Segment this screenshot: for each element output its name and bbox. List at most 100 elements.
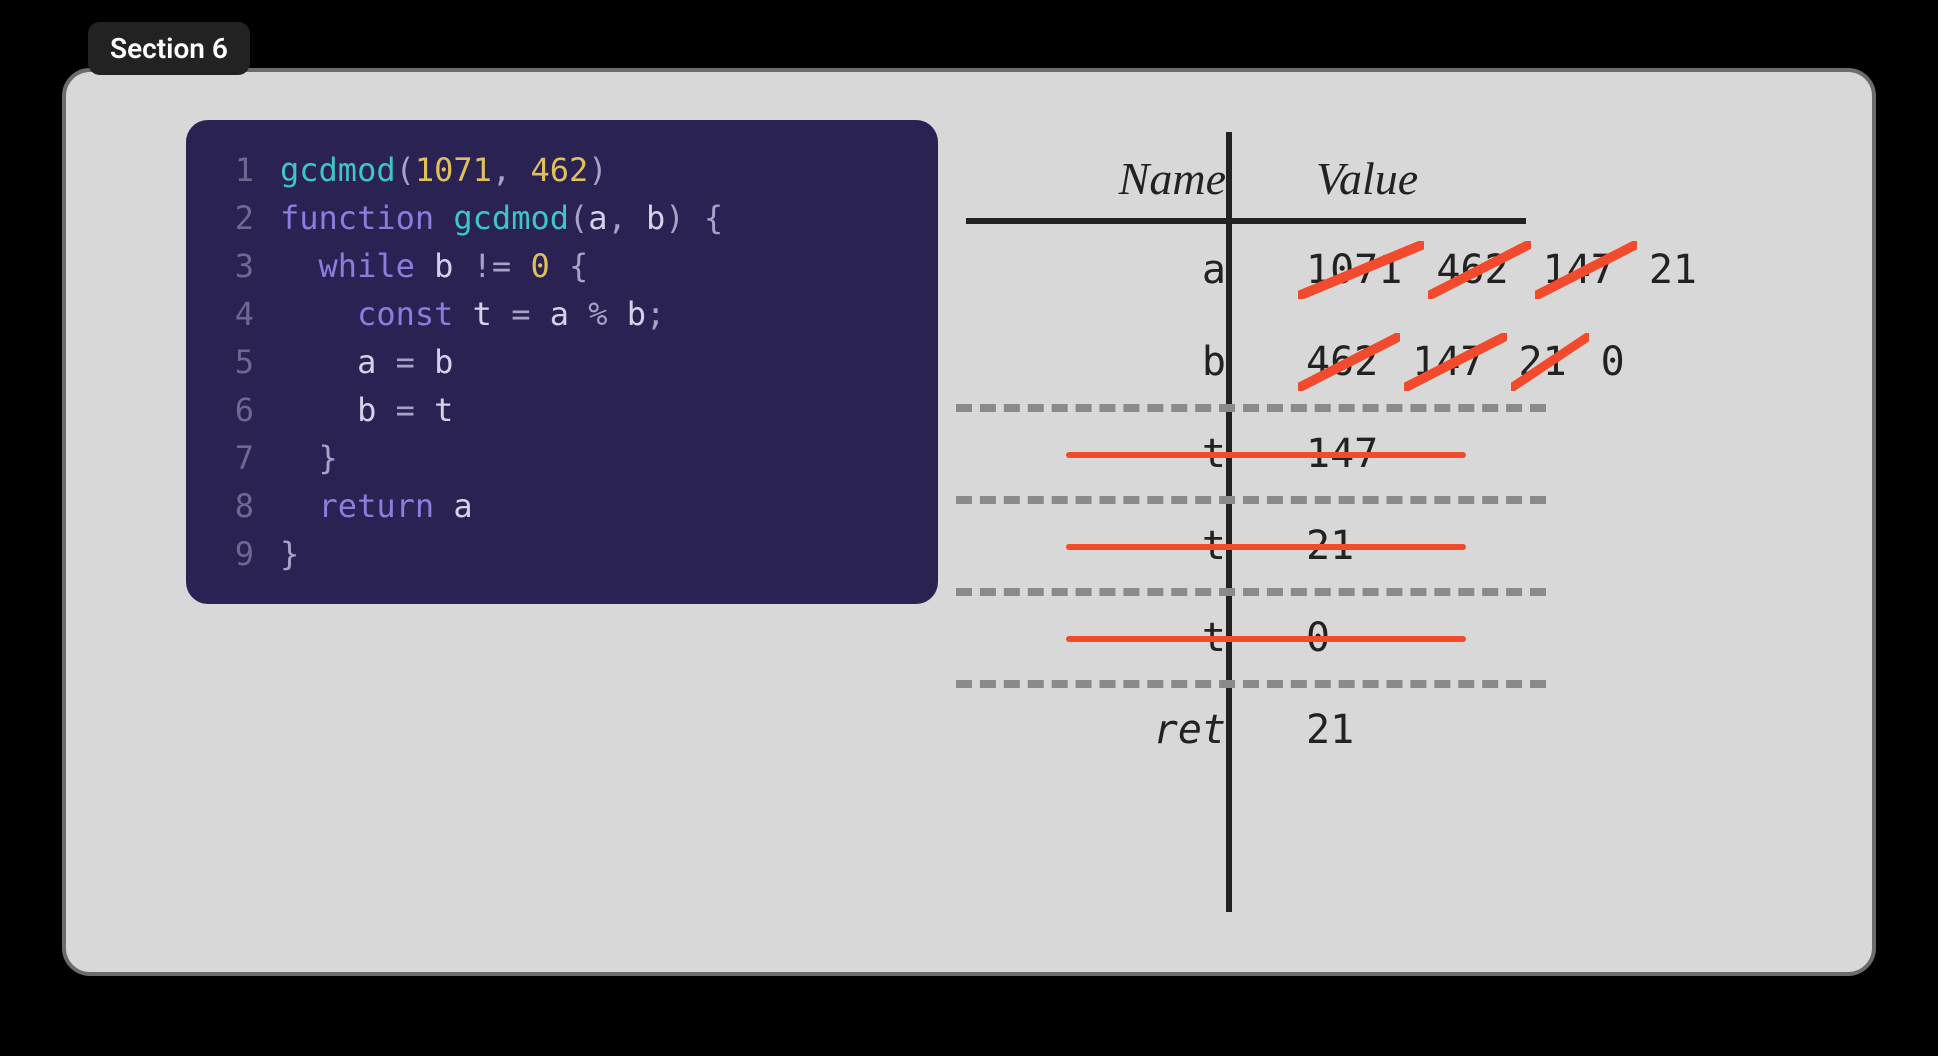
code-token: b — [357, 391, 396, 429]
struck-value: 21 — [1519, 339, 1567, 385]
code-line: 3 while b != 0 { — [206, 242, 906, 290]
table-header-value: Value — [1266, 152, 1418, 205]
row-name: a — [966, 247, 1266, 293]
row-name: ret — [966, 707, 1266, 753]
trace-table: Name Value a 1071 462 147 21 b462 147 21 0 t147t2… — [966, 132, 1816, 776]
table-row: t0 — [966, 592, 1816, 684]
code-token: function — [280, 199, 453, 237]
strike-slash — [1511, 333, 1589, 391]
struck-value: 1071 — [1306, 247, 1402, 293]
row-strike-line — [1066, 452, 1466, 458]
code-token: b — [434, 247, 473, 285]
code-line: 9} — [206, 530, 906, 578]
strike-slash — [1404, 333, 1506, 391]
code-token: ) — [588, 151, 607, 189]
code-line: 4 const t = a % b; — [206, 290, 906, 338]
code-token: } — [280, 535, 299, 573]
code-token: = — [396, 391, 435, 429]
line-number: 7 — [206, 434, 280, 482]
code-line: 2function gcdmod(a, b) { — [206, 194, 906, 242]
code-content: const t = a % b; — [280, 290, 665, 338]
code-token: { — [569, 247, 588, 285]
code-token: , — [608, 199, 647, 237]
code-token: = — [511, 295, 550, 333]
code-token — [280, 247, 319, 285]
strike-slash — [1535, 241, 1637, 299]
code-line: 1gcdmod(1071, 462) — [206, 146, 906, 194]
section-tab: Section 6 — [88, 22, 250, 75]
table-row: a107146214721 — [966, 224, 1816, 316]
line-number: 8 — [206, 482, 280, 530]
code-token: 462 — [530, 151, 588, 189]
row-values: 462 147 21 0 — [1266, 339, 1625, 385]
value: 0 — [1601, 339, 1625, 385]
code-token: , — [492, 151, 531, 189]
dashed-separator — [956, 404, 1546, 412]
code-token — [280, 487, 319, 525]
struck-value: 462 — [1436, 247, 1508, 293]
code-content: gcdmod(1071, 462) — [280, 146, 608, 194]
value: 21 — [1306, 707, 1354, 753]
struck-value: 147 — [1412, 339, 1484, 385]
slide-panel: 1gcdmod(1071, 462)2function gcdmod(a, b)… — [62, 68, 1876, 976]
line-number: 3 — [206, 242, 280, 290]
code-token: a — [453, 487, 472, 525]
code-content: a = b — [280, 338, 453, 386]
line-number: 6 — [206, 386, 280, 434]
code-token: b — [646, 199, 665, 237]
code-token: return — [319, 487, 454, 525]
table-row: t21 — [966, 500, 1816, 592]
table-header-row: Name Value — [966, 132, 1816, 224]
line-number: 2 — [206, 194, 280, 242]
code-token: gcdmod — [280, 151, 396, 189]
code-token — [280, 391, 357, 429]
line-number: 9 — [206, 530, 280, 578]
row-strike-line — [1066, 636, 1466, 642]
value: 21 — [1649, 247, 1697, 293]
table-row: t147 — [966, 408, 1816, 500]
struck-value: 462 — [1306, 339, 1378, 385]
code-token: t — [434, 391, 453, 429]
code-token: a — [357, 343, 396, 381]
code-token: ( — [396, 151, 415, 189]
row-name: b — [966, 339, 1266, 385]
viewport: Section 6 1gcdmod(1071, 462)2function gc… — [0, 0, 1938, 1056]
code-token: ( — [569, 199, 588, 237]
table-header-name: Name — [966, 152, 1266, 205]
strike-slash — [1298, 241, 1424, 299]
code-content: return a — [280, 482, 473, 530]
code-token: const — [357, 295, 473, 333]
code-token: 0 — [530, 247, 569, 285]
code-line: 8 return a — [206, 482, 906, 530]
table-row-ret: ret 21 — [966, 684, 1816, 776]
code-content: function gcdmod(a, b) { — [280, 194, 723, 242]
code-token: gcdmod — [453, 199, 569, 237]
code-content: } — [280, 434, 338, 482]
code-token: != — [473, 247, 531, 285]
table-row: b 462 147 21 0 — [966, 316, 1816, 408]
line-number: 5 — [206, 338, 280, 386]
row-strike-line — [1066, 544, 1466, 550]
dashed-separator — [956, 680, 1546, 688]
code-content: } — [280, 530, 299, 578]
code-token: = — [396, 343, 435, 381]
code-token: } — [280, 439, 338, 477]
strike-slash — [1298, 333, 1400, 391]
code-token: b — [434, 343, 453, 381]
code-content: b = t — [280, 386, 453, 434]
code-line: 5 a = b — [206, 338, 906, 386]
code-token: % — [588, 295, 627, 333]
row-values: 107146214721 — [1266, 247, 1697, 293]
line-number: 4 — [206, 290, 280, 338]
code-block: 1gcdmod(1071, 462)2function gcdmod(a, b)… — [186, 120, 938, 604]
code-token: ; — [646, 295, 665, 333]
code-token: a — [588, 199, 607, 237]
code-token — [280, 295, 357, 333]
code-content: while b != 0 { — [280, 242, 588, 290]
code-token — [280, 343, 357, 381]
code-token: ) { — [665, 199, 723, 237]
code-token: t — [473, 295, 512, 333]
code-token: a — [550, 295, 589, 333]
strike-slash — [1428, 241, 1530, 299]
row-values: 21 — [1266, 707, 1354, 753]
